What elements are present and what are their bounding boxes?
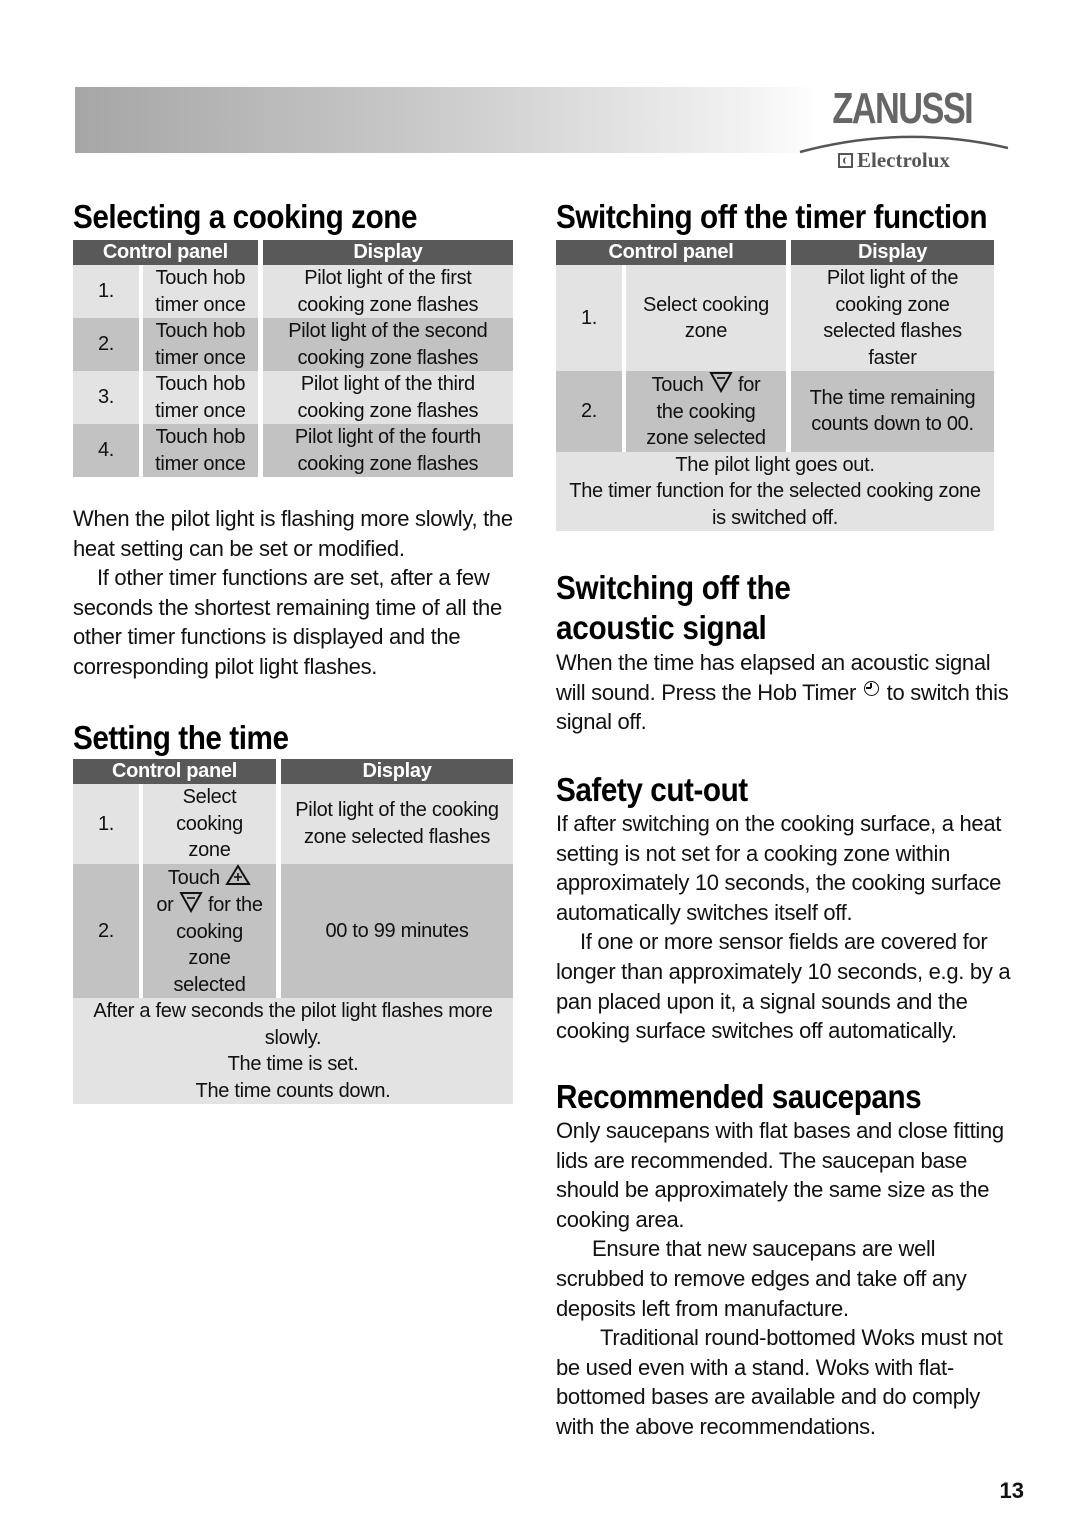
minus-triangle-icon [709, 372, 733, 393]
paragraph: If other timer functions are set, after … [73, 565, 502, 679]
display-cell: Pilot light of the second cooking zone fl… [262, 318, 513, 371]
control-cell: Touch for the cooking zone selected [626, 371, 791, 452]
table-row: 1. Select cooking zone Pilot light of the … [73, 784, 513, 864]
paragraph: Ensure that new saucepans are well scrub… [556, 1236, 967, 1321]
step-number: 2. [556, 371, 626, 452]
section-setting-time: Setting the time Control panel Display 1… [73, 719, 513, 1104]
section-recommended-saucepans: Recommended saucepans Only saucepans wit… [556, 1078, 1011, 1442]
paragraph: When the time has elapsed an acoustic si… [556, 650, 1009, 735]
display-cell: Pilot light of the fourth cooking zone fl… [262, 424, 513, 477]
display-cell: 00 to 99 minutes [281, 863, 513, 998]
step-number: 4. [73, 424, 143, 477]
section-acoustic-signal: Switching off the acoustic signal When t… [556, 568, 1011, 737]
control-cell: Select cooking zone [143, 784, 281, 864]
table-row: 4. Touch hob timer once Pilot light of th… [73, 424, 513, 477]
step-number: 2. [73, 318, 143, 371]
section-switching-off-timer: Switching off the timer function Control… [556, 198, 1011, 531]
footer-cell: After a few seconds the pilot light flas… [73, 998, 513, 1104]
switch-off-timer-table: Control panel Display 1. Select cooking z… [556, 240, 994, 531]
table-row: 1. Touch hob timer once Pilot light of th… [73, 265, 513, 318]
control-cell: Select cooking zone [626, 265, 791, 371]
table-footer-row: The pilot light goes out. The timer func… [556, 451, 994, 531]
section-title: Selecting a cooking zone [73, 198, 418, 235]
header-control-panel: Control panel [73, 759, 281, 784]
section-title: Switching off the acoustic signal [556, 569, 791, 646]
display-cell: The time remaining counts down to 00. [791, 371, 994, 452]
paragraph: If one or more sensor fields are covered… [556, 929, 1011, 1044]
zanussi-logo: ZANUSSI [832, 84, 973, 133]
display-cell: Pilot light of the cooking zone selected … [281, 784, 513, 864]
step-number: 1. [556, 265, 626, 371]
header-display: Display [281, 759, 513, 784]
header-display: Display [262, 240, 513, 265]
table-row: 2. Touch hob timer once Pilot light of th… [73, 318, 513, 371]
section-title: Switching off the timer function [556, 198, 988, 235]
paragraph: Only saucepans with flat bases and close… [556, 1118, 1004, 1232]
control-cell: Touch hob timer once [143, 318, 263, 371]
section-selecting-cooking-zone: Selecting a cooking zone Control panel D… [73, 198, 513, 682]
electrolux-icon [838, 153, 853, 168]
header-display: Display [791, 240, 994, 265]
section-title: Safety cut-out [556, 771, 748, 808]
selecting-zone-table: Control panel Display 1. Touch hob timer … [73, 240, 513, 477]
minus-triangle-icon [179, 892, 203, 913]
step-number: 1. [73, 784, 143, 864]
control-cell: Touch hob timer once [143, 371, 263, 424]
header-gradient-banner [75, 87, 820, 153]
step-number: 1. [73, 265, 143, 318]
header-control-panel: Control panel [556, 240, 791, 265]
section-title: Recommended saucepans [556, 1078, 922, 1115]
table-footer-row: After a few seconds the pilot light flas… [73, 998, 513, 1104]
paragraph: Traditional round-bottomed Woks must not… [556, 1325, 1003, 1439]
section-title: Setting the time [73, 719, 289, 756]
footer-cell: The pilot light goes out. The timer func… [556, 451, 994, 531]
electrolux-logo: Electrolux [838, 148, 950, 173]
table-row: 2. Touch or for the cooking zone selecte… [73, 863, 513, 998]
display-cell: Pilot light of the cooking zone selected f… [791, 265, 994, 371]
electrolux-label: Electrolux [857, 148, 950, 172]
table-row: 1. Select cooking zone Pilot light of the… [556, 265, 994, 371]
table-row: 3. Touch hob timer once Pilot light of th… [73, 371, 513, 424]
control-cell: Touch hob timer once [143, 265, 263, 318]
table-row: 2. Touch for the cooking zone selected T… [556, 371, 994, 452]
control-cell: Touch or for the cooking zone selected [143, 863, 281, 998]
paragraph: When the pilot light is flashing more sl… [73, 506, 513, 561]
setting-time-table: Control panel Display 1. Select cooking zo… [73, 759, 513, 1104]
control-cell: Touch hob timer once [143, 424, 263, 477]
step-number: 2. [73, 863, 143, 998]
header-control-panel: Control panel [73, 240, 263, 265]
step-number: 3. [73, 371, 143, 424]
section-safety-cutout: Safety cut-out If after switching on the… [556, 771, 1011, 1046]
clock-icon [863, 680, 879, 696]
paragraph: If after switching on the cooking surfac… [556, 811, 1002, 925]
display-cell: Pilot light of the third cooking zone fla… [262, 371, 513, 424]
display-cell: Pilot light of the first cooking zone fla… [262, 265, 513, 318]
plus-triangle-icon [225, 863, 251, 885]
page-number: 13 [999, 1478, 1024, 1503]
